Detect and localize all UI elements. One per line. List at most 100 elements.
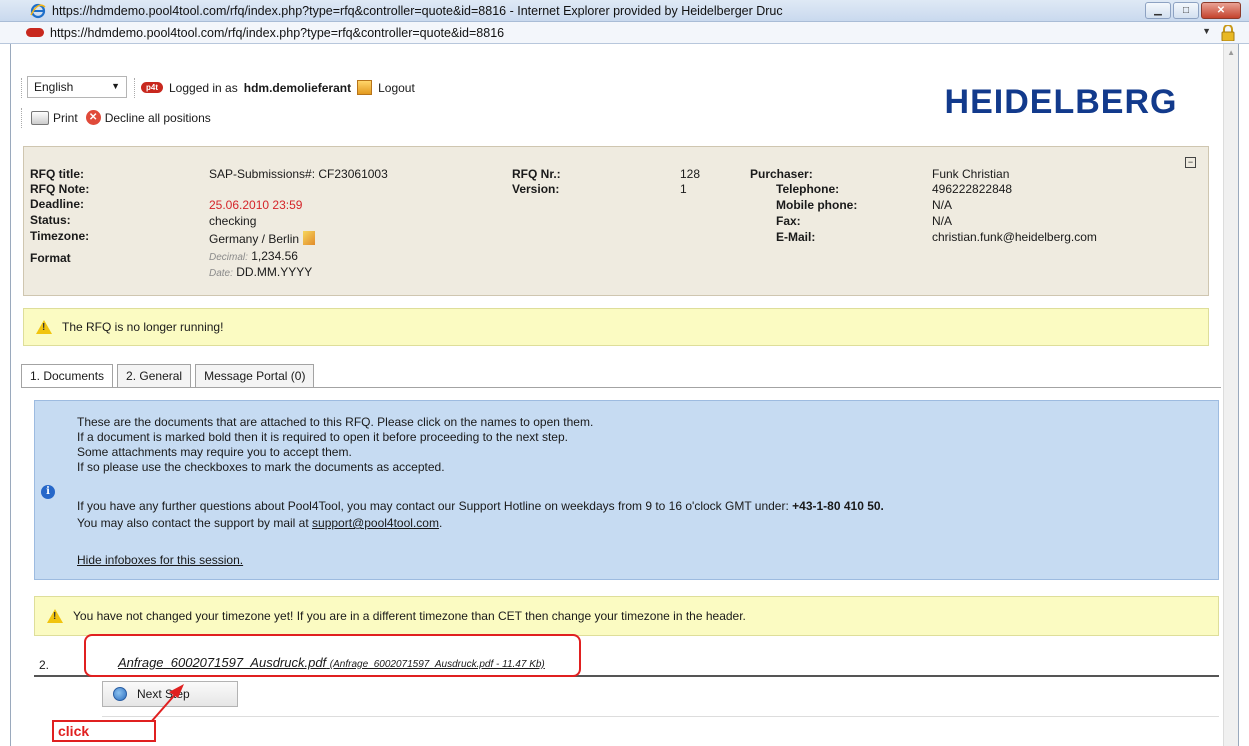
rfq-nr-label: RFQ Nr.: — [512, 167, 561, 181]
hide-infoboxes-link[interactable]: Hide infoboxes for this session. — [77, 553, 243, 567]
site-icon — [26, 27, 46, 39]
email-label: E-Mail: — [776, 230, 816, 244]
username: hdm.demolieferant — [243, 80, 352, 95]
timezone-warning: ! You have not changed your timezone yet… — [34, 596, 1219, 636]
scroll-up-icon[interactable]: ▲ — [1227, 48, 1235, 57]
address-url[interactable]: https://hdmdemo.pool4tool.com/rfq/index.… — [50, 26, 504, 40]
document-number: 2. — [39, 658, 50, 672]
maximize-button[interactable]: □ — [1173, 2, 1199, 19]
page-content: ▲ English ▼ p4t Logged in as hdm.demolie… — [10, 44, 1239, 746]
divider — [102, 716, 1219, 717]
login-status: p4t Logged in as hdm.demolieferant Logou… — [141, 80, 415, 95]
window-titlebar: https://hdmdemo.pool4tool.com/rfq/index.… — [0, 0, 1249, 22]
support-phone: +43-1-80 410 50. — [792, 499, 884, 513]
click-annotation: click — [52, 720, 156, 742]
logout-icon[interactable] — [357, 80, 373, 95]
toolbar-grip — [21, 78, 24, 98]
support-email-link[interactable]: support@pool4tool.com — [312, 516, 439, 530]
support-info: If you have any further questions about … — [77, 498, 884, 532]
date-format: Date: DD.MM.YYYY — [209, 265, 312, 279]
timezone-text: Germany / Berlin — [209, 232, 300, 246]
window-title: https://hdmdemo.pool4tool.com/rfq/index.… — [52, 3, 783, 18]
ie-logo-icon — [30, 3, 46, 19]
rfq-ended-warning: ! The RFQ is no longer running! — [23, 308, 1209, 346]
tab-bar: 1. Documents 2. General Message Portal (… — [21, 364, 315, 388]
warning-icon: ! — [36, 320, 52, 334]
collapse-icon[interactable]: − — [1185, 157, 1196, 168]
language-select[interactable]: English ▼ — [27, 76, 127, 98]
timezone-value: Germany / Berlin — [209, 231, 316, 246]
logout-link[interactable]: Logout — [378, 81, 415, 95]
next-step-button[interactable]: Next Step — [102, 681, 238, 707]
info-line: Some attachments may require you to acce… — [77, 445, 352, 459]
version-label: Version: — [512, 182, 560, 196]
highlight-annotation-box — [84, 634, 581, 677]
toolbar-divider — [134, 78, 137, 98]
timezone-label: Timezone: — [30, 229, 90, 243]
language-value: English — [34, 80, 74, 94]
date-label: Date: — [209, 268, 233, 279]
decimal-value: 1,234.56 — [251, 249, 298, 263]
telephone-label: Telephone: — [776, 182, 840, 196]
logged-in-label: Logged in as — [169, 80, 238, 95]
decimal-format: Decimal: 1,234.56 — [209, 249, 298, 263]
rfq-nr-value: 128 — [680, 167, 701, 181]
rfq-title-value: SAP-Submissions#: CF23061003 — [209, 167, 388, 181]
vertical-scrollbar[interactable]: ▲ — [1223, 44, 1238, 746]
address-dropdown-icon[interactable]: ▼ — [1202, 26, 1211, 36]
chevron-down-icon: ▼ — [111, 81, 120, 91]
date-value: DD.MM.YYYY — [236, 265, 313, 279]
email-value: christian.funk@heidelberg.com — [932, 230, 1097, 244]
support-line: If you have any further questions about … — [77, 498, 884, 515]
mobile-label: Mobile phone: — [776, 198, 858, 212]
timezone-warning-text: You have not changed your timezone yet! … — [73, 609, 746, 623]
telephone-value: 496222822848 — [932, 182, 1013, 196]
format-label: Format — [30, 251, 71, 265]
info-line: These are the documents that are attache… — [77, 415, 594, 429]
deadline-value: 25.06.2010 23:59 — [209, 198, 303, 212]
pool4tool-icon: p4t — [141, 82, 163, 93]
print-button[interactable]: Print — [53, 111, 78, 125]
logo-text: HEIDELBERG — [944, 82, 1178, 121]
info-line: If a document is marked bold then it is … — [77, 430, 568, 444]
warning-icon: ! — [47, 609, 63, 623]
tab-general[interactable]: 2. General — [117, 364, 192, 388]
address-bar: https://hdmdemo.pool4tool.com/rfq/index.… — [0, 22, 1249, 44]
minimize-button[interactable]: ▁ — [1145, 2, 1171, 19]
action-toolbar: Print ✕ Decline all positions — [31, 110, 211, 125]
warning-text: The RFQ is no longer running! — [62, 320, 224, 334]
info-line: If so please use the checkboxes to mark … — [77, 460, 445, 474]
purchaser-value: Funk Christian — [932, 167, 1010, 181]
decline-all-button[interactable]: Decline all positions — [105, 111, 211, 125]
deadline-label: Deadline: — [30, 197, 85, 211]
printer-icon[interactable] — [31, 110, 49, 125]
lock-icon[interactable] — [1221, 24, 1235, 42]
tab-divider — [21, 387, 1221, 388]
mobile-value: N/A — [932, 198, 953, 212]
fax-label: Fax: — [776, 214, 801, 228]
tab-message-portal[interactable]: Message Portal (0) — [195, 364, 315, 388]
rfq-title-label: RFQ title: — [30, 167, 84, 181]
rfq-details-panel: − RFQ title: RFQ Note: Deadline: Status:… — [23, 146, 1209, 296]
mail-text: You may also contact the support by mail… — [77, 516, 309, 530]
next-step-icon — [113, 687, 127, 701]
info-instructions: These are the documents that are attache… — [77, 415, 593, 475]
support-text: If you have any further questions about … — [77, 499, 789, 513]
purchaser-label: Purchaser: — [750, 167, 813, 181]
close-button[interactable]: ✕ — [1201, 2, 1241, 19]
version-value: 1 — [680, 182, 687, 196]
fax-value: N/A — [932, 214, 953, 228]
documents-infobox: i These are the documents that are attac… — [34, 400, 1219, 580]
window-controls: ▁ □ ✕ — [1145, 2, 1241, 19]
status-label: Status: — [30, 213, 71, 227]
mail-line: You may also contact the support by mail… — [77, 516, 443, 530]
status-value: checking — [209, 214, 257, 228]
info-icon: i — [41, 485, 55, 499]
toolbar-grip — [21, 108, 24, 128]
decline-icon[interactable]: ✕ — [85, 110, 101, 125]
heidelberg-logo: HEIDELBERG — [921, 76, 1201, 128]
rfq-note-label: RFQ Note: — [30, 182, 90, 196]
edit-timezone-icon[interactable] — [303, 231, 316, 245]
next-step-label: Next Step — [137, 687, 190, 701]
tab-documents[interactable]: 1. Documents — [21, 364, 114, 388]
